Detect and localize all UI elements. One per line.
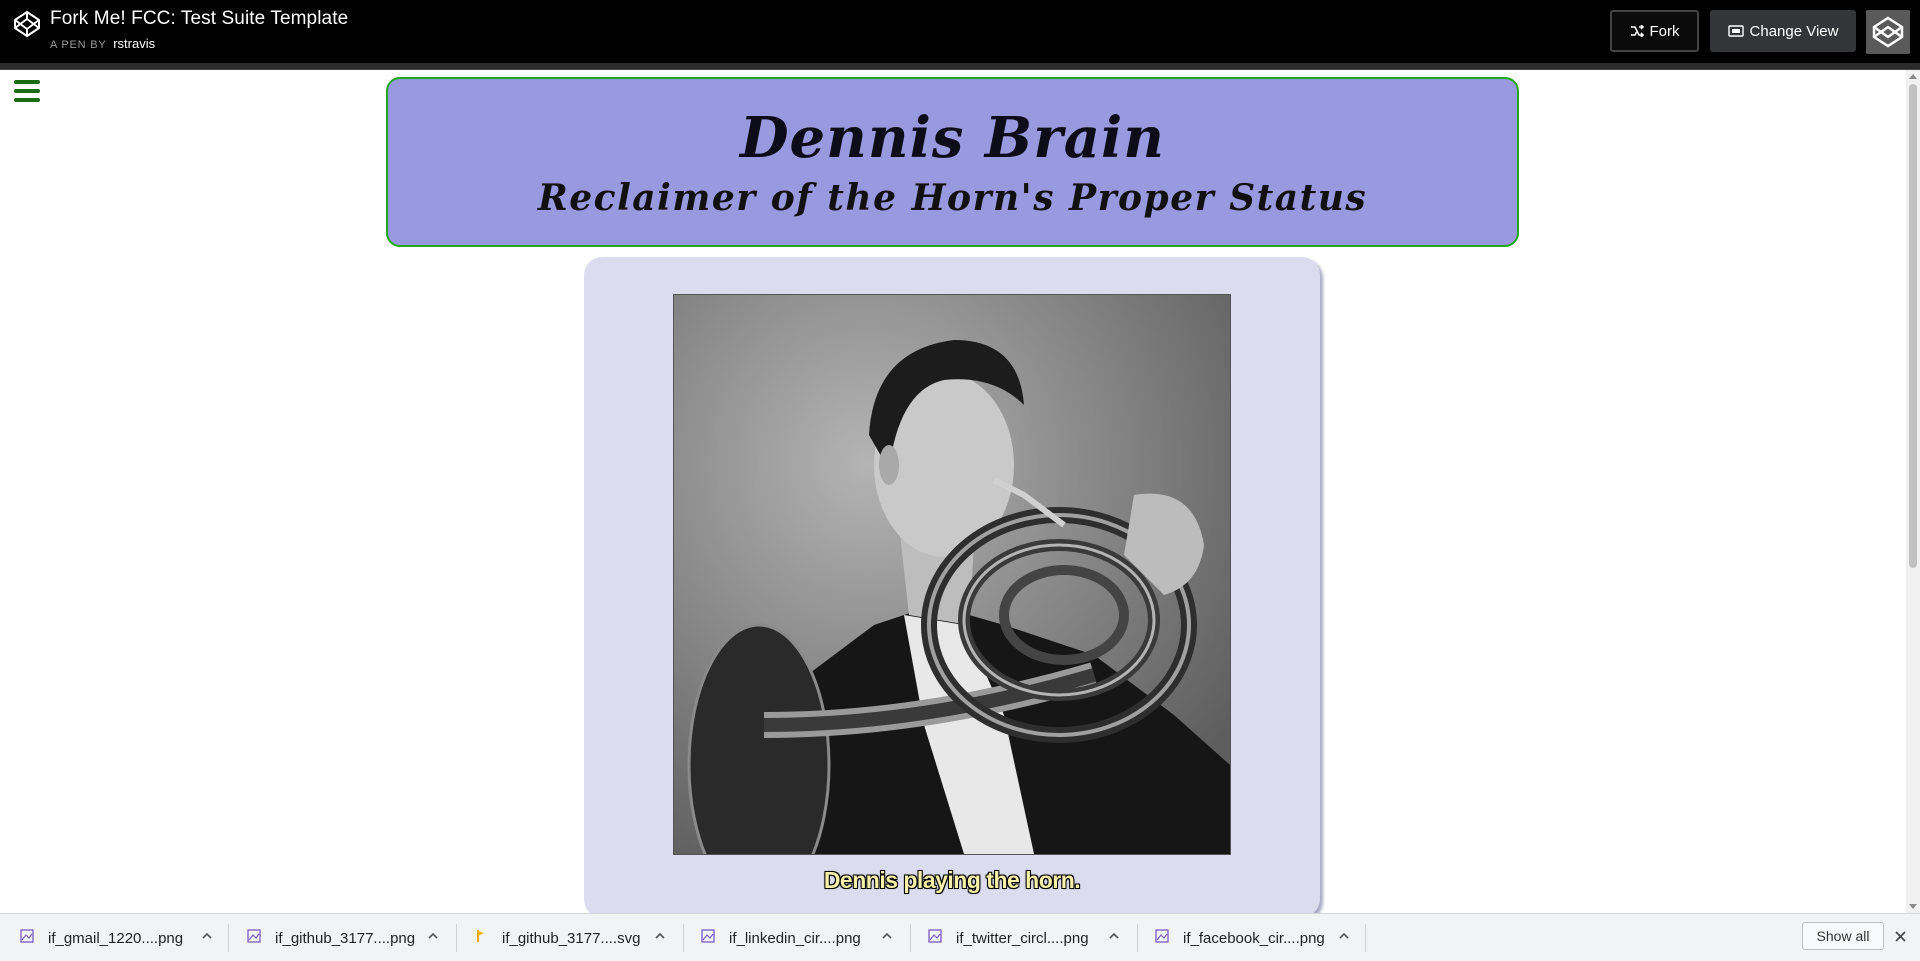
download-filename: if_linkedin_cir....png xyxy=(729,930,861,947)
download-filename: if_github_3177....png xyxy=(275,930,416,947)
image-file-icon xyxy=(701,929,715,943)
chevron-up-icon[interactable] xyxy=(882,932,892,940)
change-view-button[interactable]: Change View xyxy=(1710,10,1856,52)
codepen-header: Fork Me! FCC: Test Suite Template A PEN … xyxy=(0,0,1920,63)
title-banner: Dennis Brain Reclaimer of the Horn's Pro… xyxy=(386,77,1519,247)
download-filename: if_facebook_cir....png xyxy=(1183,930,1325,947)
pen-preview: Dennis Brain Reclaimer of the Horn's Pro… xyxy=(0,70,1906,913)
chevron-up-icon[interactable] xyxy=(202,932,212,940)
download-item[interactable]: if_facebook_cir....png xyxy=(1135,914,1365,961)
header-divider xyxy=(0,63,1920,70)
scroll-down-arrow-icon[interactable] xyxy=(1909,904,1917,909)
divider xyxy=(1365,924,1366,952)
page-scrollbar[interactable] xyxy=(1906,70,1920,913)
fork-icon xyxy=(1630,25,1644,37)
scroll-up-arrow-icon[interactable] xyxy=(1909,74,1917,79)
change-view-label: Change View xyxy=(1749,22,1839,40)
image-card: Dennis playing the horn. xyxy=(584,257,1320,913)
fork-label: Fork xyxy=(1649,22,1680,40)
image-caption: Dennis playing the horn. xyxy=(823,867,1081,893)
horn-player-photo xyxy=(673,294,1231,855)
download-item[interactable]: if_github_3177....svg xyxy=(454,914,681,961)
pen-title[interactable]: Fork Me! FCC: Test Suite Template xyxy=(50,8,348,30)
user-avatar[interactable] xyxy=(1866,10,1910,54)
chevron-up-icon[interactable] xyxy=(1109,932,1119,940)
menu-hamburger-icon[interactable] xyxy=(14,80,40,102)
fork-button[interactable]: Fork xyxy=(1610,10,1699,52)
image-file-icon xyxy=(1155,929,1169,943)
downloads-bar: if_gmail_1220....png if_github_3177....p… xyxy=(0,913,1920,961)
download-filename: if_github_3177....svg xyxy=(502,930,641,947)
image-file-icon xyxy=(928,929,942,943)
svg-file-icon xyxy=(477,930,484,942)
author-link[interactable]: rstravis xyxy=(113,36,155,51)
image-file-icon xyxy=(20,929,34,943)
download-filename: if_gmail_1220....png xyxy=(48,930,184,947)
pen-byline: A PEN BY rstravis xyxy=(50,36,155,51)
image-file-icon xyxy=(247,929,261,943)
avatar-logo-icon xyxy=(1866,10,1910,54)
photo-illustration xyxy=(674,295,1230,854)
page-title: Dennis Brain xyxy=(739,105,1166,171)
download-item[interactable]: if_gmail_1220....png xyxy=(0,914,228,961)
codepen-logo-icon[interactable] xyxy=(13,10,41,38)
scroll-thumb[interactable] xyxy=(1909,84,1917,568)
download-item[interactable]: if_twitter_circl....png xyxy=(908,914,1135,961)
byline-prefix: A PEN BY xyxy=(50,39,107,51)
close-icon[interactable] xyxy=(1894,930,1907,943)
download-filename: if_twitter_circl....png xyxy=(956,930,1089,947)
chevron-up-icon[interactable] xyxy=(428,932,438,940)
page-subtitle: Reclaimer of the Horn's Proper Status xyxy=(537,177,1368,219)
chevron-up-icon[interactable] xyxy=(1339,932,1349,940)
download-item[interactable]: if_github_3177....png xyxy=(227,914,454,961)
layout-icon xyxy=(1727,25,1744,37)
show-all-button[interactable]: Show all xyxy=(1802,922,1884,950)
chevron-up-icon[interactable] xyxy=(655,932,665,940)
download-item[interactable]: if_linkedin_cir....png xyxy=(681,914,908,961)
